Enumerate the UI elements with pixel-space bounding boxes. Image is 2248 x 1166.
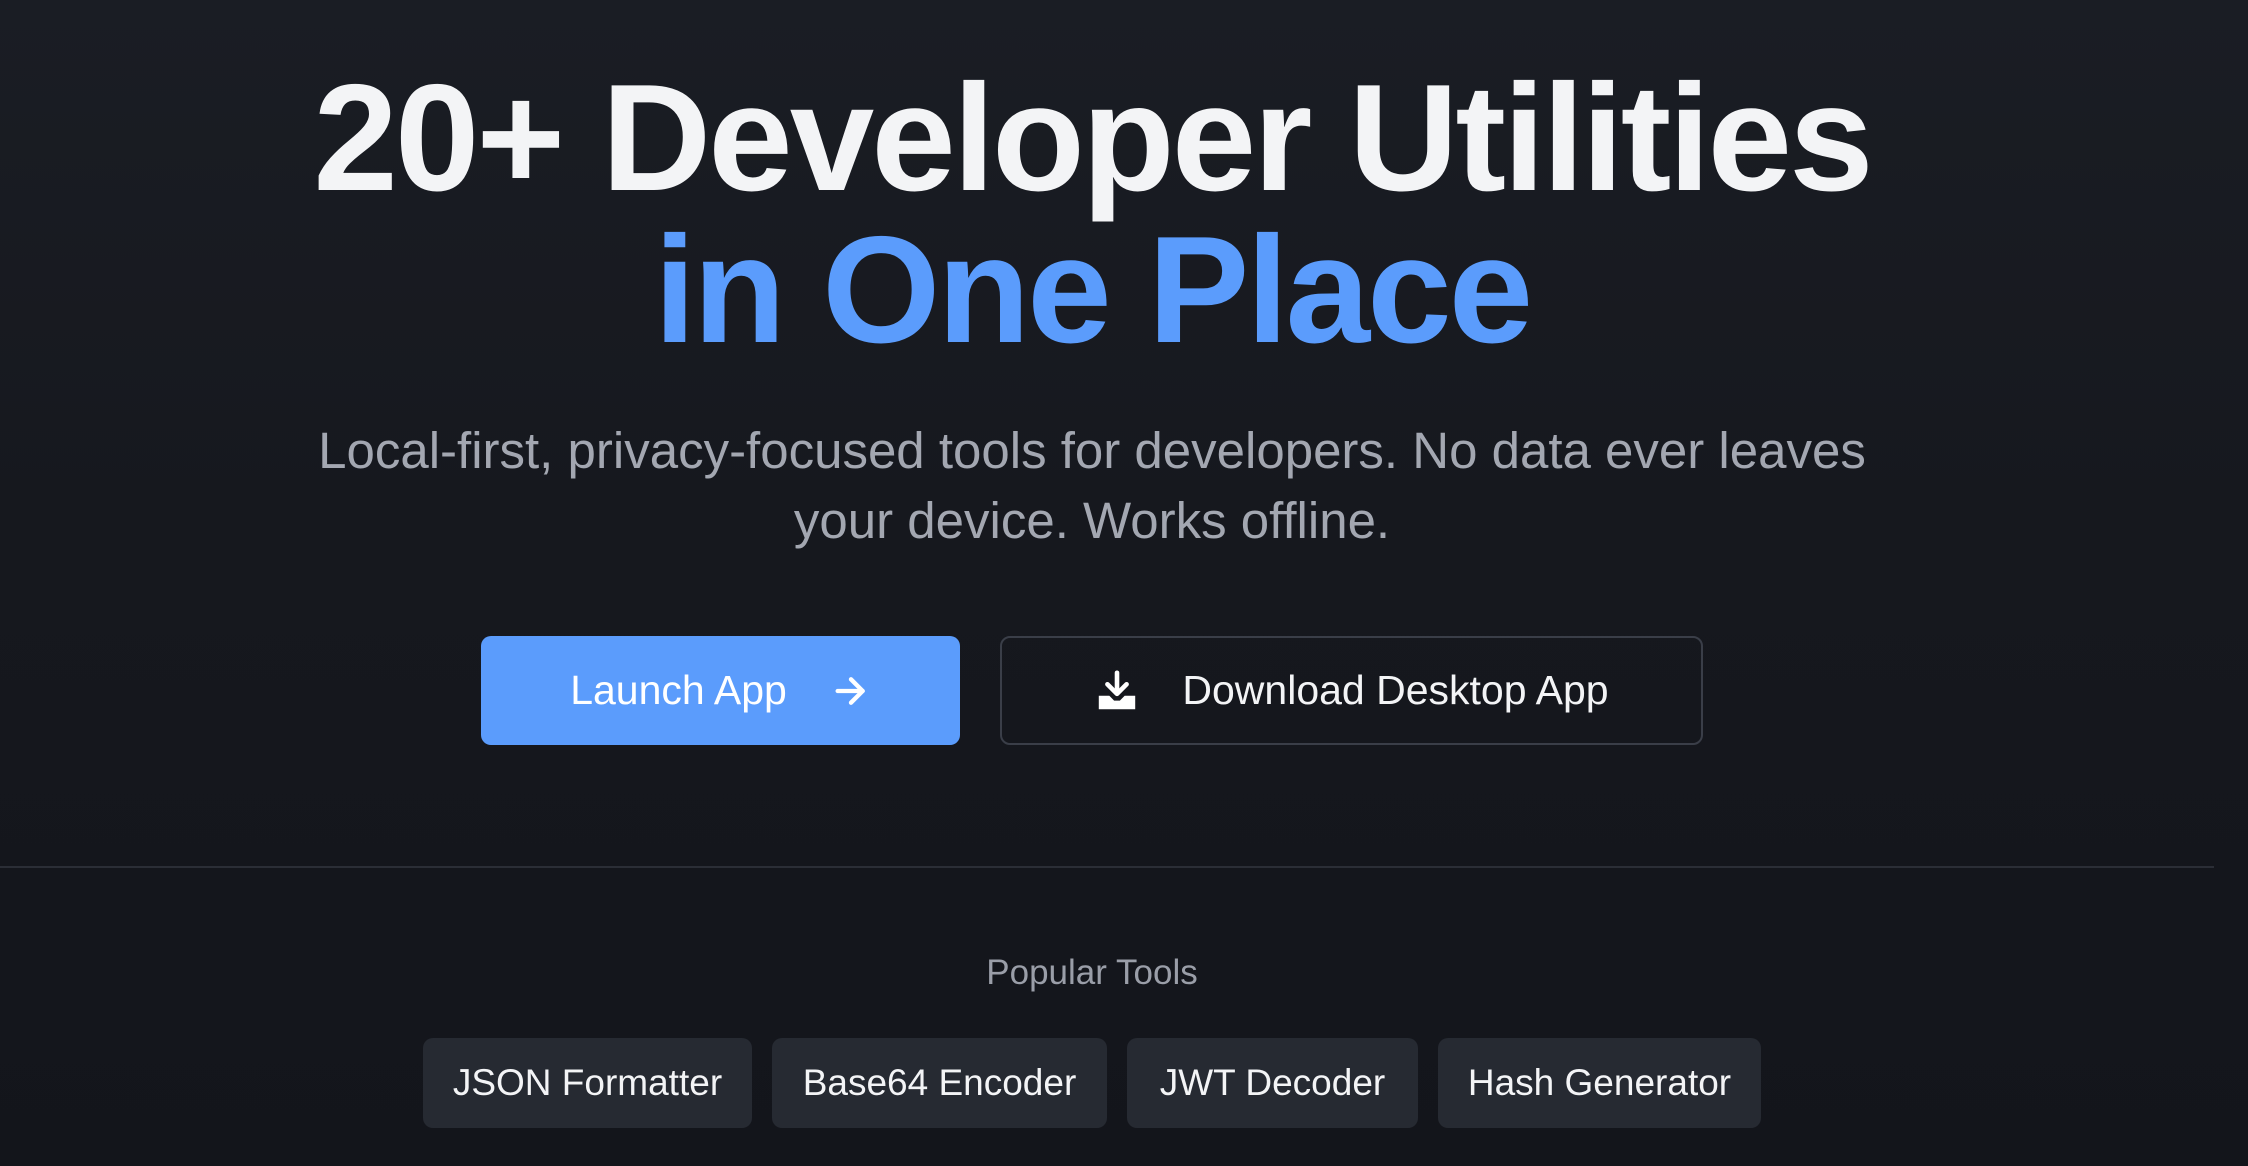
download-desktop-app-button[interactable]: Download Desktop App — [1000, 636, 1703, 745]
download-desktop-app-label: Download Desktop App — [1182, 667, 1609, 713]
hero-section: 20+ Developer Utilities in One Place Loc… — [0, 0, 2184, 866]
launch-app-label: Launch App — [570, 667, 787, 713]
tool-chip-jwt-decoder[interactable]: JWT Decoder — [1127, 1038, 1418, 1128]
arrow-right-icon — [831, 671, 871, 711]
hero-headline-accent: in One Place — [653, 205, 1533, 375]
launch-app-button[interactable]: Launch App — [481, 636, 960, 745]
tool-chip-json-formatter[interactable]: JSON Formatter — [423, 1038, 752, 1128]
popular-tools-heading: Popular Tools — [986, 953, 1198, 992]
hero-headline: 20+ Developer Utilities — [313, 53, 1873, 223]
download-icon — [1094, 668, 1140, 714]
section-divider — [0, 866, 2214, 868]
tool-chip-base64-encoder[interactable]: Base64 Encoder — [772, 1038, 1107, 1128]
hero-subtitle: Local-first, privacy-focused tools for d… — [318, 422, 1866, 479]
hero-subtitle-continued: your device. Works offline. — [793, 492, 1391, 549]
tool-chip-hash-generator[interactable]: Hash Generator — [1438, 1038, 1761, 1128]
